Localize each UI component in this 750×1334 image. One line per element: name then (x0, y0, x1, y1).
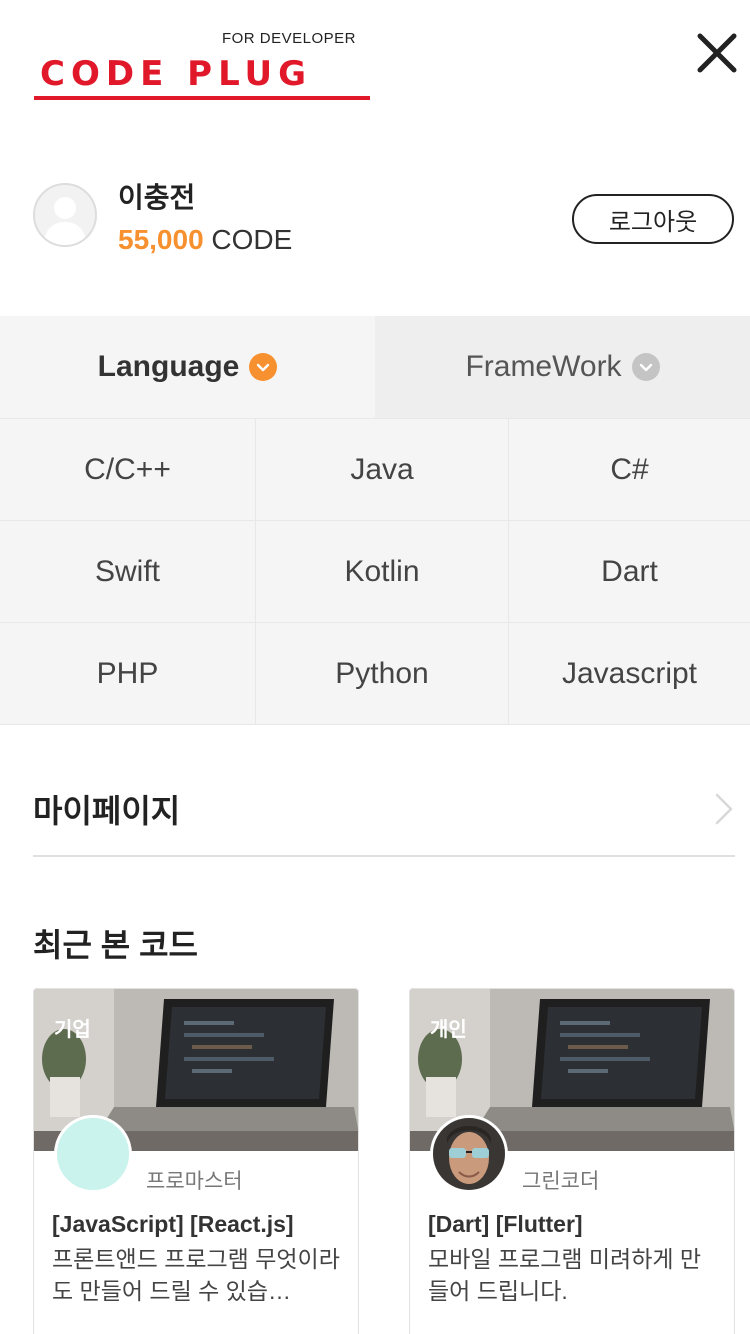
author-avatar (430, 1115, 508, 1193)
tab-framework[interactable]: FrameWork (375, 316, 750, 418)
language-item-python[interactable]: Python (256, 623, 509, 725)
category-tabs: Language FrameWork (0, 316, 750, 418)
language-item-swift[interactable]: Swift (0, 521, 256, 623)
recent-codes-title: 최근 본 코드 (33, 927, 198, 963)
language-item-java[interactable]: Java (256, 419, 509, 521)
language-item-php[interactable]: PHP (0, 623, 256, 725)
language-item-csharp[interactable]: C# (509, 419, 750, 521)
chevron-down-icon (249, 353, 278, 381)
tab-language[interactable]: Language (0, 316, 375, 418)
mypage-label: 마이페이지 (33, 792, 181, 829)
logo-word-code: CODE (40, 54, 170, 94)
card-description: 모바일 프로그램 미려하게 만들어 드립니다. (428, 1246, 702, 1304)
language-item-javascript[interactable]: Javascript (509, 623, 750, 725)
user-silhouette-icon (43, 197, 87, 245)
points-value: 55,000 (118, 224, 204, 255)
card-description: 프론트앤드 프로그램 무엇이라도 만들어 드릴 수 있습… (52, 1246, 340, 1304)
language-grid: C/C++ Java C# Swift Kotlin Dart PHP Pyth… (0, 418, 750, 725)
recent-code-card[interactable]: 기업 프로마스터 [JavaScript] [React.js] 프론트앤드 프… (33, 988, 359, 1334)
chevron-down-icon (631, 353, 660, 381)
card-badge: 개인 (430, 1019, 467, 1041)
author-avatar (54, 1115, 132, 1193)
card-author: 그린코더 (522, 1170, 600, 1193)
app-logo: FOR DEVELOPER CODE PLUG (34, 28, 374, 104)
card-badge: 기업 (54, 1019, 91, 1041)
mypage-link[interactable]: 마이페이지 (33, 762, 735, 857)
logout-button[interactable]: 로그아웃 (572, 194, 734, 244)
tab-framework-label: FrameWork (465, 350, 622, 383)
close-button[interactable] (696, 32, 738, 74)
logo-wordmark: CODE PLUG (40, 54, 312, 94)
close-icon (697, 33, 737, 73)
language-item-dart[interactable]: Dart (509, 521, 750, 623)
recent-code-card[interactable]: 개인 그린코더 [Dart] [Flutter] 모바일 프로그램 미려하게 만… (409, 988, 735, 1334)
profile-name: 이충전 (118, 182, 196, 213)
language-item-c-cpp[interactable]: C/C++ (0, 419, 256, 521)
logo-tagline: FOR DEVELOPER (221, 30, 356, 47)
profile-points: 55,000 CODE (118, 224, 292, 256)
card-tags: [Dart] [Flutter] (428, 1211, 583, 1237)
user-avatar (33, 183, 97, 247)
logo-underline (34, 96, 370, 100)
card-author: 프로마스터 (146, 1170, 243, 1193)
card-tags: [JavaScript] [React.js] (52, 1211, 294, 1237)
chevron-right-icon (715, 793, 733, 824)
tab-language-label: Language (97, 350, 240, 383)
logo-word-plug: PLUG (187, 54, 313, 94)
language-item-kotlin[interactable]: Kotlin (256, 521, 509, 623)
points-unit: CODE (203, 224, 293, 255)
